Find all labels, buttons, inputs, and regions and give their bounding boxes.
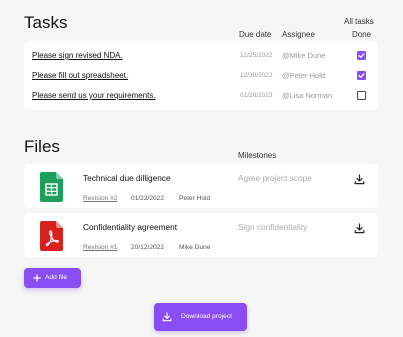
task-row: Please sign revised NDA. 12/25/2022 @Mik… (24, 46, 378, 66)
add-file-label: Add file (45, 274, 67, 281)
file-owner: Mike Dune (179, 244, 211, 251)
plus-icon (33, 274, 41, 282)
check-icon (358, 53, 365, 58)
file-date: 20/12/2022 (131, 244, 165, 251)
file-card: Technical due dilligence Revision #2 01/… (24, 164, 378, 208)
file-name: Technical due dilligence (83, 173, 171, 183)
download-icon (162, 312, 172, 322)
task-done-checkbox[interactable] (357, 51, 366, 60)
task-row: Please send us your requirements. 01/20/… (24, 86, 378, 106)
milestones-header: Milestones (238, 151, 277, 160)
done-header: Done (352, 30, 372, 39)
assignee-header: Assignee (282, 30, 315, 39)
download-icon[interactable] (354, 172, 365, 190)
file-name: Confidentiality agreement (83, 222, 178, 232)
all-tasks-header: All tasks (344, 17, 374, 26)
file-milestone: Sign confidentiality (238, 222, 308, 232)
download-project-label: Download project (181, 313, 232, 320)
file-revision-link[interactable]: Revision #1 (83, 244, 117, 251)
task-done-checkbox[interactable] (357, 71, 366, 80)
task-link[interactable]: Please send us your requirements. (32, 91, 156, 100)
add-file-button[interactable]: Add file (24, 268, 81, 288)
task-due-date: 12/25/2022 (240, 52, 273, 59)
task-due-date: 01/20/2023 (240, 92, 273, 99)
due-date-header: Due date (239, 30, 272, 39)
task-due-date: 12/30/2022 (240, 72, 273, 79)
file-milestone: Agree project scope (238, 173, 312, 183)
task-assignee: @Lisa Norman (282, 91, 333, 100)
pdf-icon (40, 221, 63, 256)
task-row: Please fill out spreadsheet. 12/30/2022 … (24, 66, 378, 86)
task-assignee: @Peter Hold (282, 71, 326, 80)
files-title: Files (24, 137, 60, 156)
tasks-card: Please sign revised NDA. 12/25/2022 @Mik… (24, 41, 378, 110)
task-link[interactable]: Please sign revised NDA. (32, 51, 123, 60)
download-project-button[interactable]: Download project (154, 303, 247, 331)
task-done-checkbox[interactable] (357, 91, 366, 100)
file-revision-link[interactable]: Revision #2 (83, 195, 117, 202)
file-card: Confidentiality agreement Revision #1 20… (24, 213, 378, 257)
task-assignee: @Mike Dune (282, 51, 326, 60)
file-date: 01/22/2022 (131, 195, 165, 202)
tasks-title: Tasks (24, 13, 68, 32)
download-icon[interactable] (354, 221, 365, 239)
spreadsheet-icon (40, 172, 63, 207)
file-owner: Peter Hold (179, 195, 211, 202)
task-link[interactable]: Please fill out spreadsheet. (32, 71, 128, 80)
check-icon (358, 73, 365, 78)
